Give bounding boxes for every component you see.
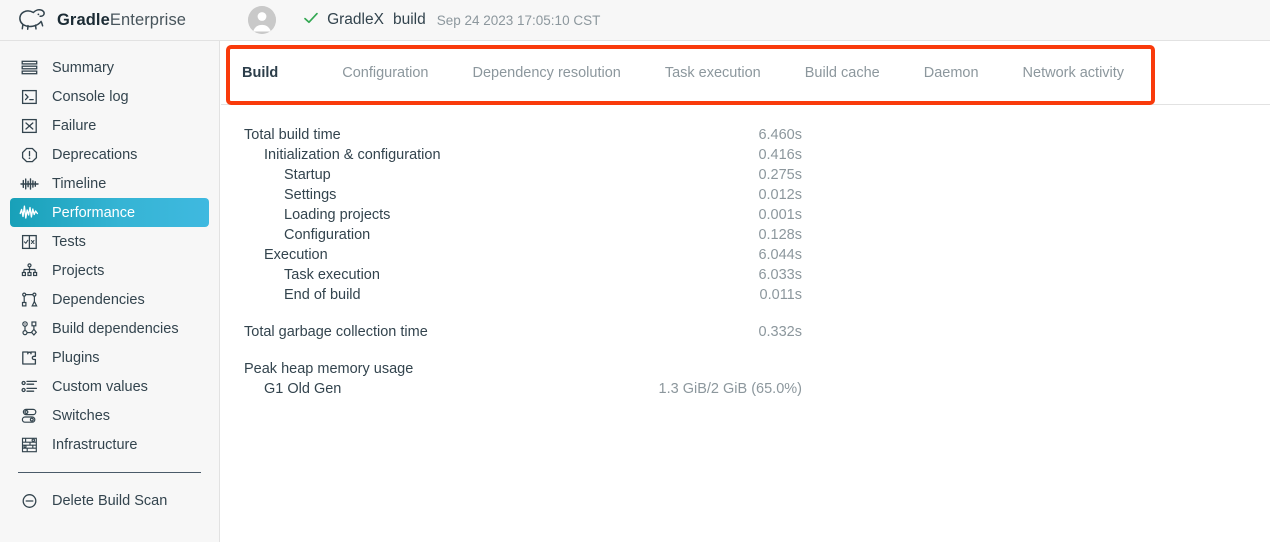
timeline-icon <box>18 174 40 194</box>
sidebar-item-label: Failure <box>52 117 97 134</box>
minus-circle-icon <box>18 491 40 511</box>
infrastructure-icon <box>18 435 40 455</box>
sidebar-item-label: Build dependencies <box>52 320 179 337</box>
table-row: Loading projects 0.001s <box>221 205 1270 225</box>
sidebar-item-switches[interactable]: Switches <box>10 401 209 430</box>
table-row: Settings 0.012s <box>221 185 1270 205</box>
tab-build-cache[interactable]: Build cache <box>805 65 880 81</box>
sidebar-item-label: Plugins <box>52 349 100 366</box>
plugins-icon <box>18 348 40 368</box>
sidebar-item-failure[interactable]: Failure <box>10 111 209 140</box>
top-bar: GradleEnterprise GradleX build Sep 24 20… <box>0 0 1270 41</box>
switches-icon <box>18 406 40 426</box>
sidebar-item-custom-values[interactable]: Custom values <box>10 372 209 401</box>
sidebar-item-label: Summary <box>52 59 115 76</box>
brand-name-light: Enterprise <box>109 10 187 29</box>
row-value: 0.012s <box>758 187 802 203</box>
heap-section-heading: Peak heap memory usage <box>221 359 1270 379</box>
table-row: Initialization & configuration 0.416s <box>221 145 1270 165</box>
sidebar-item-timeline[interactable]: Timeline <box>10 169 209 198</box>
sidebar-item-label: Timeline <box>52 175 107 192</box>
brand-name-bold: Gradle <box>57 10 110 29</box>
row-value: 0.128s <box>758 227 802 243</box>
table-row: Startup 0.275s <box>221 165 1270 185</box>
console-log-icon <box>18 87 40 107</box>
user-avatar-icon[interactable] <box>248 6 277 34</box>
sidebar-item-deprecations[interactable]: Deprecations <box>10 140 209 169</box>
performance-build-panel: Total build time 6.460s Initialization &… <box>221 106 1270 542</box>
row-value: 0.011s <box>759 287 802 303</box>
gradle-elephant-logo-icon <box>16 7 50 33</box>
deprecations-icon <box>18 145 40 165</box>
row-value: 0.416s <box>758 147 802 163</box>
sidebar-item-label: Switches <box>52 407 111 424</box>
sidebar-item-summary[interactable]: Summary <box>10 53 209 82</box>
table-row: G1 Old Gen 1.3 GiB/2 GiB (65.0%) <box>221 379 1270 399</box>
tab-configuration[interactable]: Configuration <box>342 65 428 81</box>
delete-build-scan-label: Delete Build Scan <box>52 492 168 509</box>
custom-values-icon <box>18 377 40 397</box>
build-project-name[interactable]: GradleX <box>327 11 384 29</box>
sidebar-item-label: Console log <box>52 88 129 105</box>
tab-bar: Build Configuration Dependency resolutio… <box>221 41 1270 105</box>
row-value: 6.033s <box>758 267 802 283</box>
tab-build[interactable]: Build <box>242 65 278 81</box>
table-row: Total garbage collection time 0.332s <box>221 322 1270 342</box>
row-value: 6.460s <box>758 127 802 143</box>
build-scan-page: GradleEnterprise GradleX build Sep 24 20… <box>0 0 1270 542</box>
table-row: Execution 6.044s <box>221 245 1270 265</box>
build-info: GradleX build Sep 24 2023 17:05:10 CST <box>248 6 600 34</box>
table-row: End of build 0.011s <box>221 285 1270 305</box>
sidebar-item-plugins[interactable]: Plugins <box>10 343 209 372</box>
sidebar-divider <box>18 472 201 473</box>
table-row: Configuration 0.128s <box>221 225 1270 245</box>
sidebar-item-label: Deprecations <box>52 146 138 163</box>
sidebar-item-projects[interactable]: Projects <box>10 256 209 285</box>
sidebar-item-label: Projects <box>52 262 105 279</box>
brand-text: GradleEnterprise <box>57 11 186 30</box>
tab-network-activity[interactable]: Network activity <box>1023 65 1125 81</box>
sidebar-item-tests[interactable]: Tests <box>10 227 209 256</box>
projects-icon <box>18 261 40 281</box>
build-type-label: build <box>392 11 426 28</box>
table-row: Total build time 6.460s <box>221 125 1270 145</box>
sidebar-item-label: Infrastructure <box>52 436 138 453</box>
sidebar-item-console-log[interactable]: Console log <box>10 82 209 111</box>
build-timestamp: Sep 24 2023 17:05:10 CST <box>436 12 601 28</box>
delete-build-scan-button[interactable]: Delete Build Scan <box>10 486 209 515</box>
sidebar-item-label: Tests <box>52 233 86 250</box>
row-label: Peak heap memory usage <box>244 361 414 377</box>
sidebar-item-dependencies[interactable]: Dependencies <box>10 285 209 314</box>
dependencies-icon <box>18 290 40 310</box>
performance-metrics-table: Total build time 6.460s Initialization &… <box>221 106 1270 399</box>
performance-icon <box>18 203 40 223</box>
sidebar-item-label: Custom values <box>52 378 148 395</box>
failure-icon <box>18 116 40 136</box>
tests-icon <box>18 232 40 252</box>
row-value: 0.275s <box>758 167 802 183</box>
summary-icon <box>18 58 40 78</box>
row-value: 0.001s <box>758 207 802 223</box>
sidebar-item-performance[interactable]: Performance <box>10 198 209 227</box>
row-value: 1.3 GiB/2 GiB (65.0%) <box>658 381 802 397</box>
tab-dependency-resolution[interactable]: Dependency resolution <box>473 65 621 81</box>
row-value: 0.332s <box>758 324 802 340</box>
brand[interactable]: GradleEnterprise <box>16 7 186 33</box>
sidebar-item-label: Performance <box>52 204 136 221</box>
row-value: 6.044s <box>758 247 802 263</box>
table-row: Task execution 6.033s <box>221 265 1270 285</box>
sidebar-item-infrastructure[interactable]: Infrastructure <box>10 430 209 459</box>
tab-task-execution[interactable]: Task execution <box>665 65 761 81</box>
sidebar-item-label: Dependencies <box>52 291 145 308</box>
sidebar-item-build-dependencies[interactable]: Build dependencies <box>10 314 209 343</box>
build-dependencies-icon <box>18 319 40 339</box>
tab-daemon[interactable]: Daemon <box>924 65 979 81</box>
sidebar: Summary Console log Failure Deprecations… <box>0 41 220 542</box>
check-success-icon <box>303 10 319 31</box>
